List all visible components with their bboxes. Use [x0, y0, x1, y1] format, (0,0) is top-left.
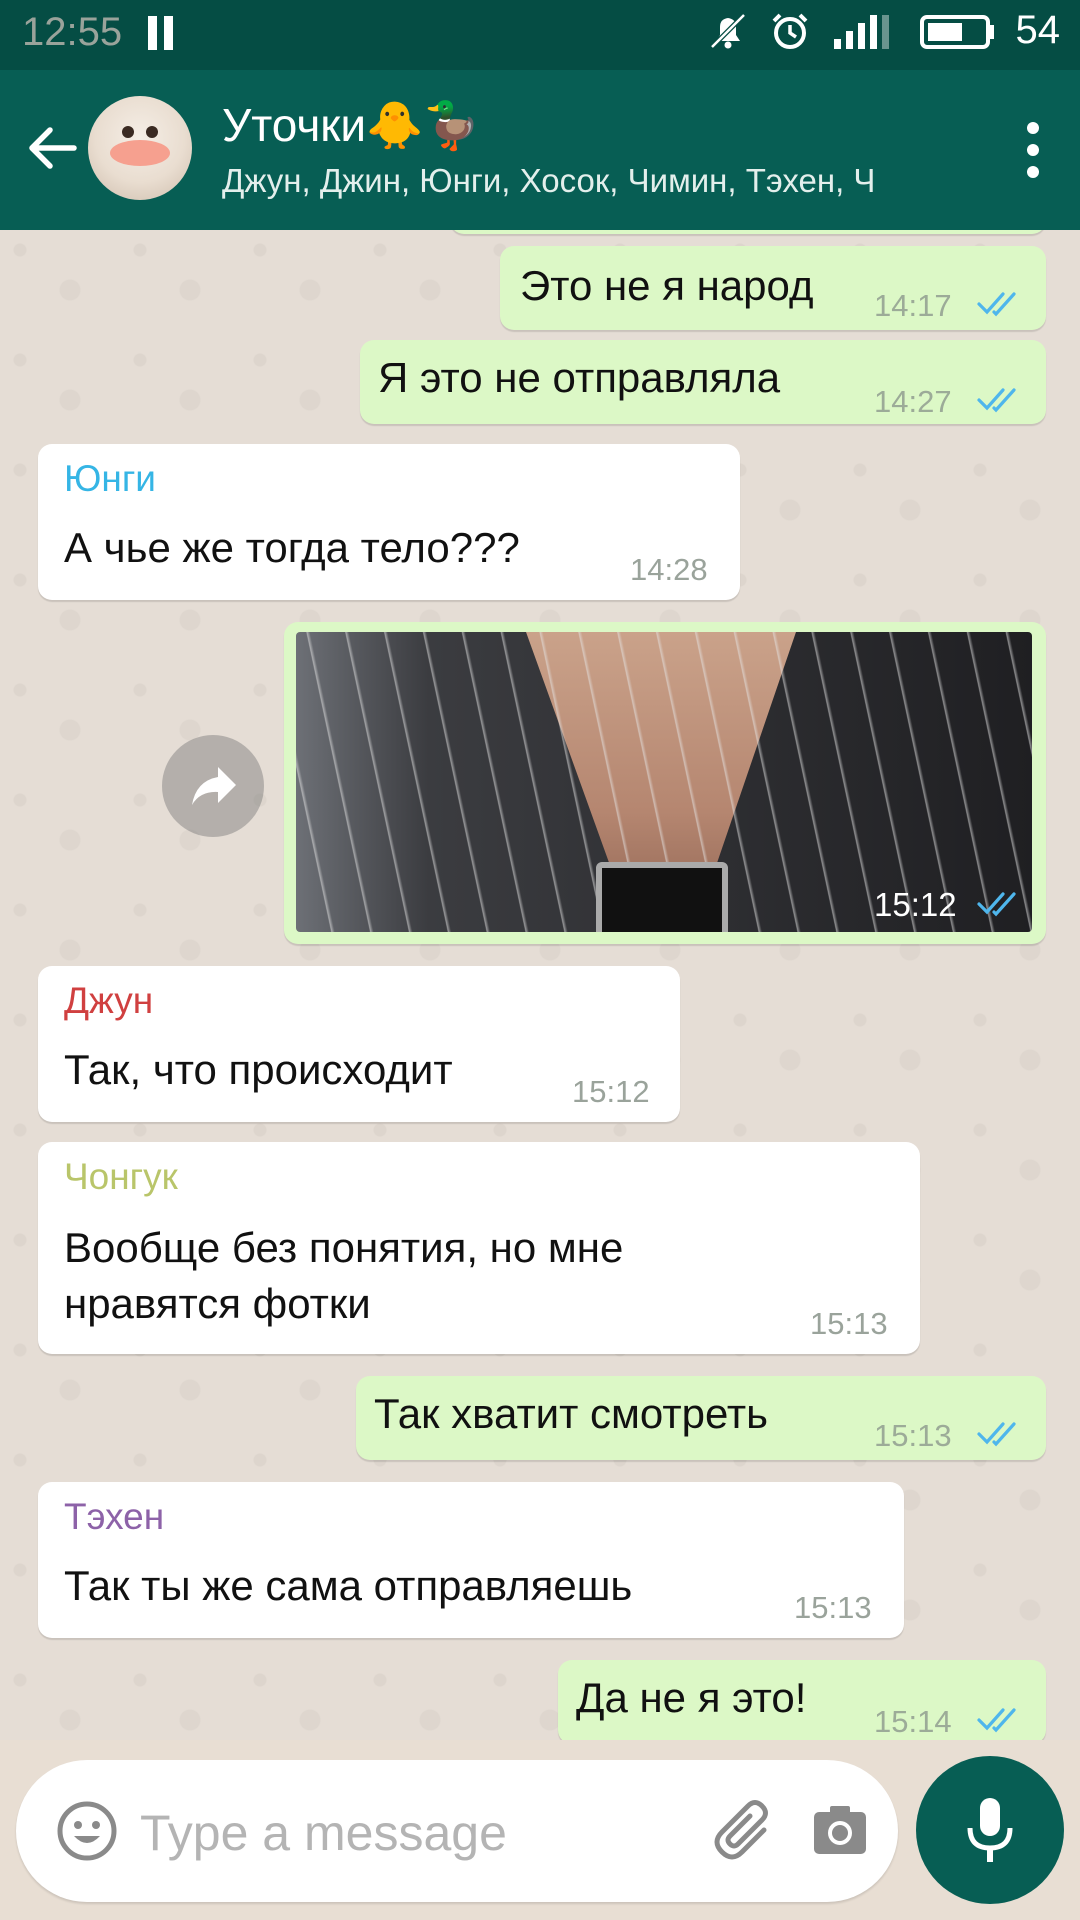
forward-button[interactable] — [162, 735, 264, 837]
alarm-icon — [772, 13, 807, 49]
message-input[interactable] — [138, 1790, 702, 1876]
mic-button[interactable] — [916, 1756, 1064, 1904]
message-bubble-incoming[interactable]: Тэхен Так ты же сама отправляешь 15:13 — [38, 1482, 904, 1638]
message-bubble-incoming[interactable]: Юнги А чье же тогда тело??? 14:28 — [38, 444, 740, 600]
message-text: Я это не отправляла — [378, 354, 781, 401]
message-sender: Джун — [64, 980, 154, 1021]
pause-icon — [148, 16, 178, 50]
message-bubble-outgoing[interactable]: Да не я это! 15:14 — [558, 1660, 1046, 1740]
message-text-line: Вообще без понятия, но мне — [64, 1224, 624, 1271]
avatar-beak — [110, 140, 170, 166]
message-text: А чье же тогда тело??? — [64, 524, 520, 571]
message-text: Да не я это! — [576, 1674, 807, 1721]
chat-header: Уточки🐥🦆 Джун, Джин, Юнги, Хосок, Чимин,… — [0, 70, 1080, 230]
message-time: 15:13 — [874, 1418, 952, 1453]
group-avatar[interactable] — [88, 96, 192, 200]
message-text: Так, что происходит — [64, 1046, 453, 1093]
camera-icon[interactable] — [812, 1802, 868, 1858]
status-bar: 12:55 54 — [0, 0, 1080, 70]
shared-photo[interactable]: 15:12 — [296, 632, 1032, 932]
double-check-icon — [977, 292, 1016, 317]
attach-icon[interactable] — [708, 1794, 782, 1868]
avatar-eye — [122, 126, 134, 138]
share-icon — [192, 767, 236, 805]
mic-icon — [967, 1798, 1013, 1862]
message-bubble-partial[interactable] — [450, 230, 1046, 234]
message-sender: Тэхен — [64, 1496, 165, 1537]
group-members[interactable]: Джун, Джин, Юнги, Хосок, Чимин, Тэхен, Ч — [222, 162, 922, 200]
back-arrow-icon[interactable] — [22, 118, 82, 178]
signal-icon — [833, 14, 889, 49]
group-title[interactable]: Уточки🐥🦆 — [222, 98, 481, 153]
message-text: Это не я народ — [520, 262, 814, 309]
emoji-icon[interactable] — [56, 1800, 118, 1862]
battery-icon — [919, 14, 994, 49]
message-input-bar — [16, 1760, 898, 1902]
message-time: 15:12 — [874, 886, 957, 923]
message-bubble-outgoing[interactable]: Так хватит смотреть 15:13 — [356, 1376, 1046, 1460]
message-bubble-outgoing[interactable]: Это не я народ 14:17 — [500, 246, 1046, 330]
double-check-icon — [977, 1708, 1016, 1733]
status-time: 12:55 — [22, 10, 123, 54]
message-bubble-outgoing[interactable]: Я это не отправляла 14:27 — [360, 340, 1046, 424]
avatar-eye — [146, 126, 158, 138]
photo-belt — [596, 862, 728, 932]
message-time: 15:13 — [810, 1306, 888, 1341]
message-time: 15:13 — [794, 1590, 872, 1625]
message-text: Так хватит смотреть — [374, 1390, 769, 1437]
chat-area[interactable]: Это не я народ 14:17 Я это не отправляла… — [0, 230, 1080, 1740]
message-text: Так ты же сама отправляешь — [64, 1562, 633, 1609]
message-bubble-incoming[interactable]: Джун Так, что происходит 15:12 — [38, 966, 680, 1122]
message-sender: Юнги — [64, 458, 156, 499]
message-sender: Чонгук — [64, 1156, 178, 1197]
message-time: 15:12 — [572, 1074, 650, 1109]
message-time: 14:27 — [874, 384, 952, 419]
battery-level: 54 — [1015, 8, 1061, 52]
message-time: 14:28 — [630, 552, 708, 587]
message-time: 15:14 — [874, 1704, 952, 1739]
double-check-icon — [977, 388, 1016, 413]
double-check-icon — [977, 892, 1016, 917]
message-text-line: нравятся фотки — [64, 1280, 371, 1327]
mute-bell-icon — [709, 12, 746, 49]
double-check-icon — [977, 1422, 1016, 1447]
more-vert-icon[interactable] — [1018, 120, 1048, 180]
message-bubble-incoming[interactable]: Чонгук Вообще без понятия, но мне нравят… — [38, 1142, 920, 1354]
message-time: 14:17 — [874, 288, 952, 323]
